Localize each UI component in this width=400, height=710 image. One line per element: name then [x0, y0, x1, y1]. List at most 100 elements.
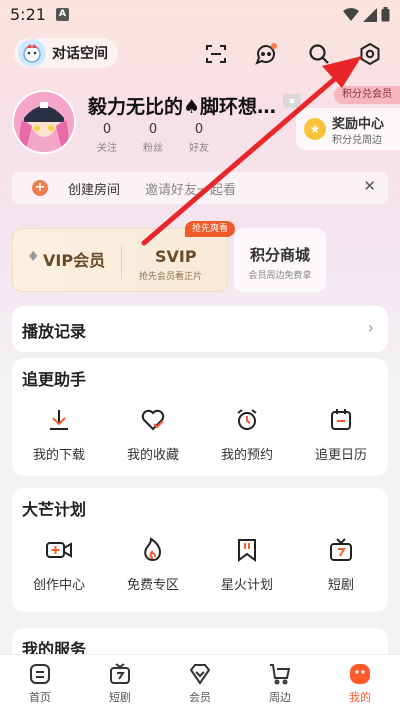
tv-icon — [110, 663, 130, 684]
stat-fans[interactable]: 0 粉丝 — [130, 122, 176, 154]
grid-item-free-zone[interactable]: 免费专区 — [106, 534, 200, 593]
stat-following-count: 0 — [102, 122, 112, 137]
gear-icon — [360, 42, 380, 66]
nav-short-drama[interactable]: 短剧 — [80, 655, 160, 710]
stat-following[interactable]: 0 关注 — [84, 122, 130, 154]
create-room-banner[interactable]: + 创建房间 邀请好友一起看 ✕ — [12, 172, 388, 204]
calendar-icon — [331, 409, 351, 430]
svip-label[interactable]: SVIP — [155, 247, 197, 266]
nav-merch[interactable]: 周边 — [240, 655, 320, 710]
svip-subtitle: 抢先会员看正片 — [139, 272, 203, 282]
stat-fans-count: 0 — [148, 122, 158, 137]
message-button[interactable] — [250, 38, 282, 70]
cart-icon — [270, 664, 291, 685]
points-mall-subtitle: 会员周边免费拿 — [248, 271, 312, 281]
grid-label: 追更日历 — [314, 448, 367, 463]
points-exchange-tag[interactable]: 积分兑会员 — [334, 86, 400, 104]
nav-vip[interactable]: 会员 — [160, 655, 240, 710]
flame-icon — [144, 537, 162, 562]
nav-label: 周边 — [269, 691, 291, 704]
create-room-subtitle: 邀请好友一起看 — [145, 183, 237, 198]
follow-assistant-section: 追更助手 我的下载 我的收藏 我的预约 追更日历 — [12, 358, 388, 476]
vip-label[interactable]: VIP会员 — [43, 247, 105, 271]
search-icon — [309, 44, 329, 64]
plus-icon: + — [32, 180, 48, 196]
grid-label: 免费专区 — [126, 578, 179, 593]
level-badge: ▪ — [283, 94, 301, 108]
nav-label: 我的 — [349, 691, 371, 704]
stat-friends-label: 好友 — [189, 143, 209, 154]
vip-divider — [121, 245, 122, 279]
star-icon: ★ — [304, 118, 326, 140]
grid-item-creator-center[interactable]: 创作中心 — [12, 534, 106, 593]
grid-item-short-drama[interactable]: 短剧 — [294, 534, 388, 593]
points-mall-card[interactable]: 积分商城 会员周边免费拿 — [234, 228, 326, 292]
diamond-icon — [189, 664, 211, 685]
stat-friends-count: 0 — [194, 122, 204, 137]
mascot-icon — [23, 44, 41, 63]
status-bar: 5:21 A — [0, 0, 400, 30]
wifi-icon — [343, 7, 359, 21]
follow-grid: 我的下载 我的收藏 我的预约 追更日历 — [12, 404, 388, 463]
heart-check-icon — [141, 409, 165, 431]
grid-item-calendar[interactable]: 追更日历 — [294, 404, 388, 463]
nav-me[interactable]: 我的 — [320, 655, 400, 710]
scan-icon — [206, 45, 226, 63]
diamond-icon: ♦ — [27, 249, 40, 265]
chevron-right-icon: › — [367, 318, 374, 337]
points-mall-title: 积分商城 — [249, 246, 310, 264]
reward-title: 奖励中心 — [332, 117, 385, 132]
section-title-follow: 追更助手 — [22, 370, 87, 389]
nav-label: 会员 — [189, 691, 211, 704]
bookmark-icon — [238, 539, 256, 562]
avatar[interactable] — [12, 90, 76, 154]
top-bar: 对话空间 — [0, 34, 400, 74]
grid-label: 创作中心 — [32, 578, 85, 593]
status-time: 5:21 — [10, 5, 46, 24]
grid-label: 星火计划 — [220, 578, 273, 593]
grid-label: 我的收藏 — [126, 448, 179, 463]
stat-friends[interactable]: 0 好友 — [176, 122, 222, 154]
grid-item-spark-plan[interactable]: 星火计划 — [200, 534, 294, 593]
video-plus-icon — [46, 542, 72, 558]
space-avatar — [18, 39, 46, 67]
status-indicators — [343, 7, 390, 22]
alarm-icon — [237, 409, 257, 430]
bottom-nav: 首页 短剧 会员 周边 我的 — [0, 654, 400, 710]
reward-center-button[interactable]: ★ 奖励中心 积分兑周边 — [296, 108, 400, 150]
nav-label: 短剧 — [109, 691, 131, 704]
stat-following-label: 关注 — [97, 143, 117, 154]
username[interactable]: 毅力无比的♠脚环想… — [88, 92, 276, 119]
notification-icon: A — [56, 8, 69, 21]
stat-fans-label: 粉丝 — [143, 143, 163, 154]
scan-button[interactable] — [200, 38, 232, 70]
mango-plan-section: 大芒计划 创作中心 免费专区 星火计划 短剧 — [12, 488, 388, 612]
avatar-image — [14, 92, 74, 152]
vip-card[interactable]: ♦ VIP会员 SVIP 抢先会员看正片 抢先爽看 — [12, 221, 235, 292]
home-icon — [30, 664, 50, 684]
grid-item-download[interactable]: 我的下载 — [12, 404, 106, 463]
signal-icon — [363, 7, 377, 22]
grid-item-reservations[interactable]: 我的预约 — [200, 404, 294, 463]
grid-item-favorites[interactable]: 我的收藏 — [106, 404, 200, 463]
search-button[interactable] — [303, 38, 335, 70]
grid-label: 我的下载 — [32, 448, 85, 463]
nav-home[interactable]: 首页 — [0, 655, 80, 710]
playback-history-row[interactable]: 播放记录 › — [12, 306, 388, 352]
chat-space-label: 对话空间 — [52, 46, 108, 62]
battery-icon — [381, 7, 390, 22]
section-title-plan: 大芒计划 — [22, 500, 87, 519]
svip-tag: 抢先爽看 — [185, 221, 235, 237]
playback-history-label: 播放记录 — [22, 322, 87, 341]
chat-space-button[interactable]: 对话空间 — [14, 38, 118, 68]
nav-label: 首页 — [29, 691, 51, 704]
download-icon — [50, 410, 68, 430]
grid-label: 短剧 — [327, 578, 354, 593]
me-icon — [350, 664, 370, 684]
reward-subtitle: 积分兑周边 — [332, 135, 382, 146]
settings-button[interactable] — [354, 38, 386, 70]
close-icon[interactable]: ✕ — [363, 177, 376, 195]
plan-grid: 创作中心 免费专区 星火计划 短剧 — [12, 534, 388, 593]
stats-row: 0 关注 0 粉丝 0 好友 — [84, 122, 222, 154]
grid-label: 我的预约 — [220, 448, 273, 463]
